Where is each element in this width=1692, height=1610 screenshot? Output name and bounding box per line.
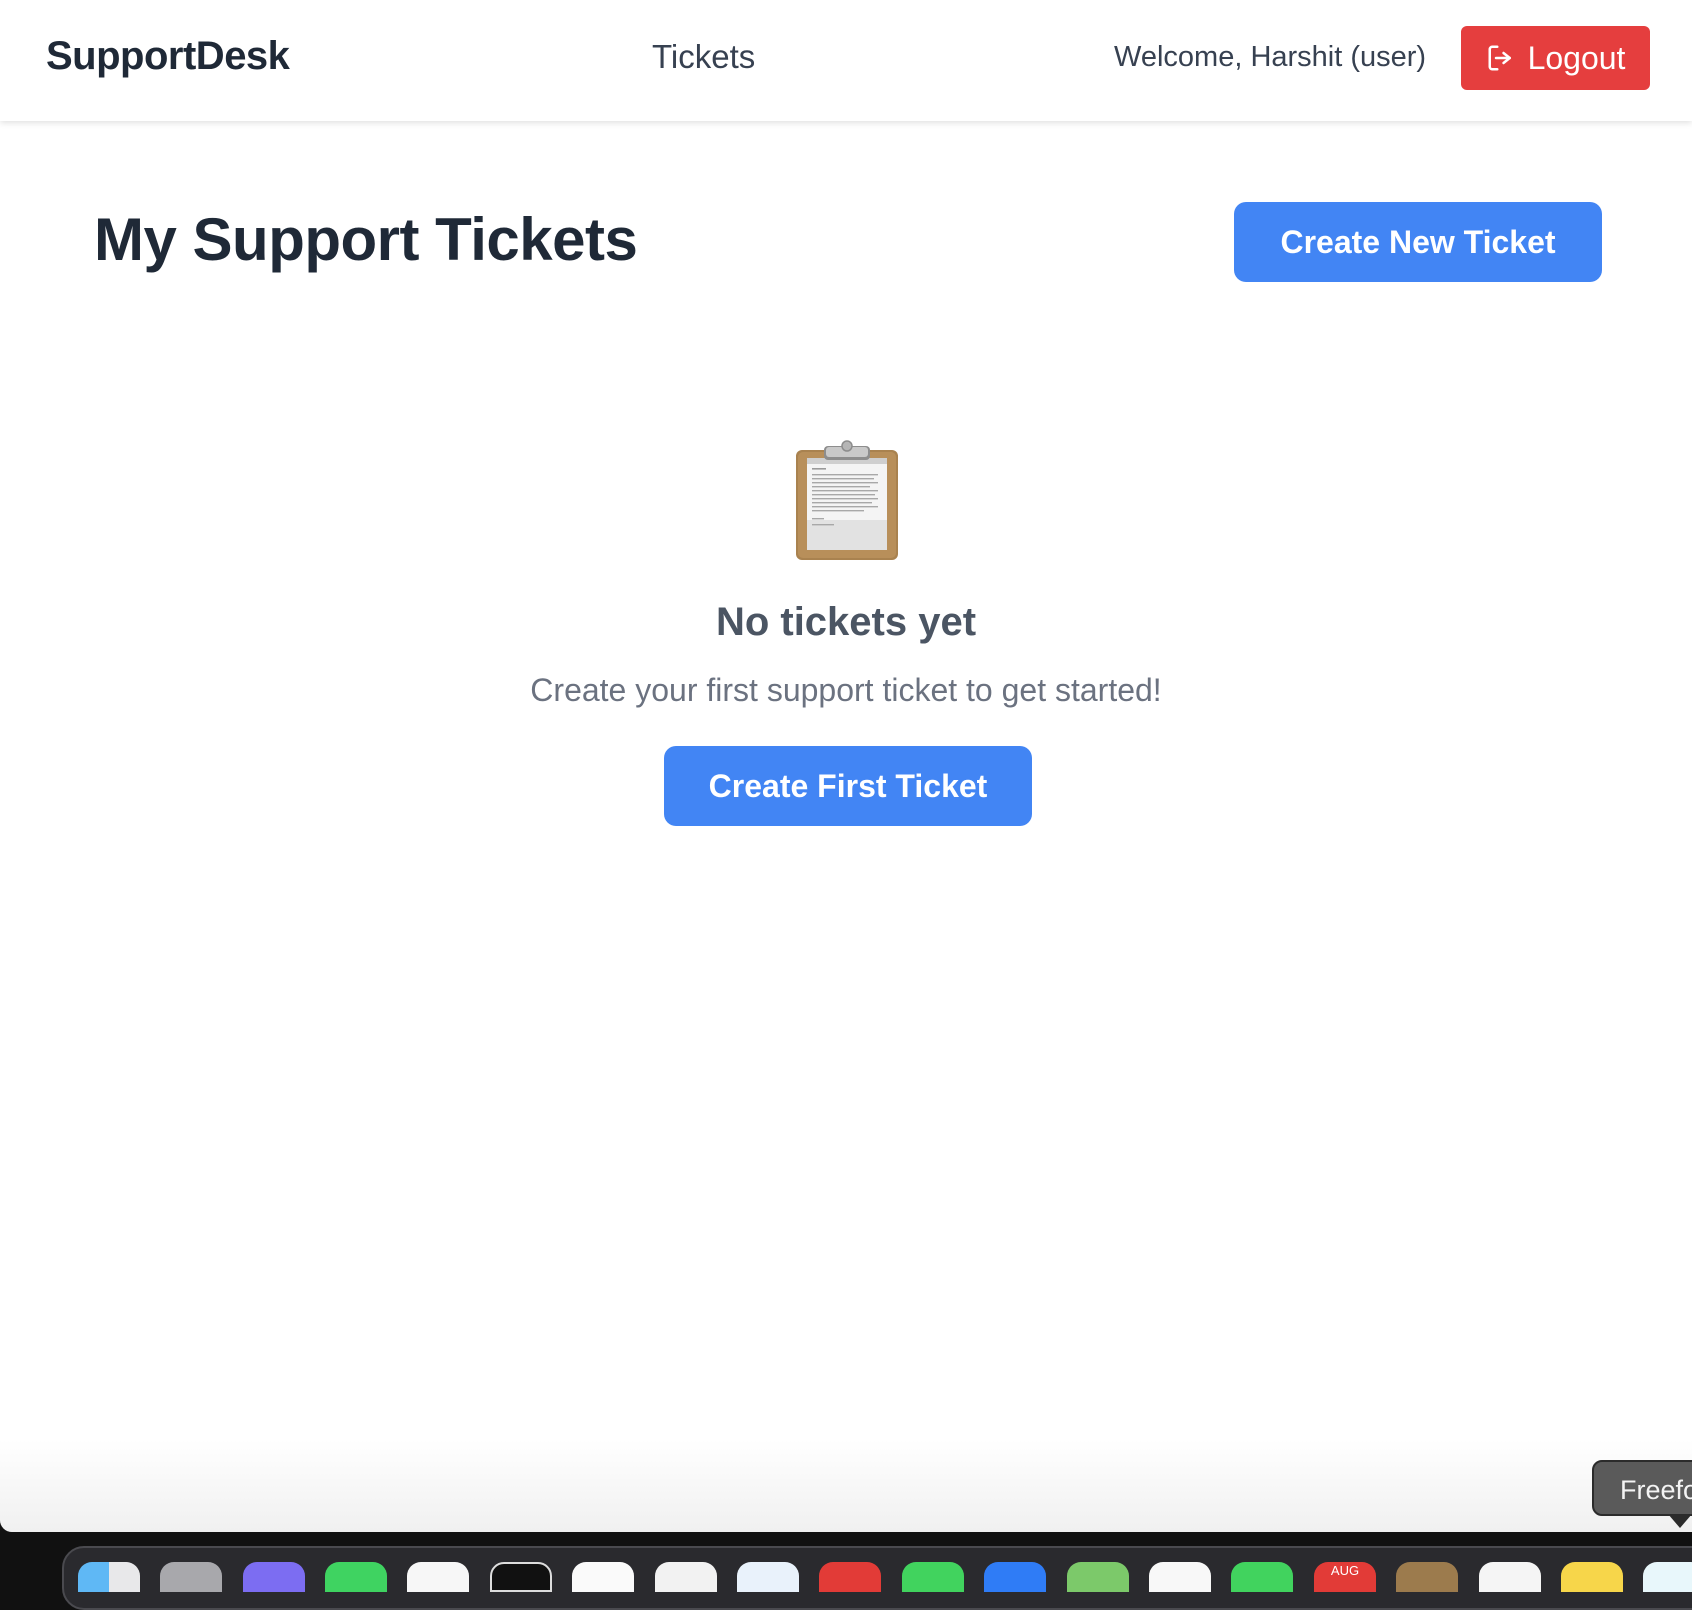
- messages-icon[interactable]: [902, 1562, 964, 1592]
- terminal-icon[interactable]: [490, 1562, 552, 1592]
- app-cyan-icon[interactable]: [1643, 1562, 1692, 1592]
- create-first-ticket-button[interactable]: Create First Ticket: [664, 746, 1032, 826]
- dock-tooltip: Freefo: [1592, 1460, 1692, 1516]
- clipboard-icon: [796, 440, 898, 560]
- empty-state-title: No tickets yet: [715, 600, 977, 644]
- calendar-icon[interactable]: AUG: [1314, 1562, 1376, 1592]
- brand-logo[interactable]: SupportDesk: [46, 34, 290, 79]
- facetime-icon[interactable]: [1231, 1562, 1293, 1592]
- app-red-icon[interactable]: [655, 1562, 717, 1592]
- create-new-ticket-button[interactable]: Create New Ticket: [1234, 202, 1602, 282]
- launchpad-icon[interactable]: [160, 1562, 222, 1592]
- browser-page: SupportDesk Tickets Welcome, Harshit (us…: [0, 0, 1692, 1532]
- logout-button[interactable]: Logout: [1461, 26, 1650, 90]
- calendar-month: AUG: [1330, 1563, 1360, 1578]
- logout-label: Logout: [1527, 39, 1626, 76]
- page-bottom-fade: [0, 1440, 1692, 1532]
- page-title: My Support Tickets: [94, 206, 638, 273]
- dock-tooltip-arrow: [1668, 1514, 1692, 1528]
- finder-icon[interactable]: [78, 1562, 140, 1592]
- notes-icon[interactable]: [1561, 1562, 1623, 1592]
- maps-icon[interactable]: [1067, 1562, 1129, 1592]
- mail-icon[interactable]: [984, 1562, 1046, 1592]
- safari-icon[interactable]: [737, 1562, 799, 1592]
- app-white-icon[interactable]: [407, 1562, 469, 1592]
- app-white-icon-2[interactable]: [572, 1562, 634, 1592]
- nav-link-tickets[interactable]: Tickets: [652, 38, 755, 76]
- app-purple-icon[interactable]: [243, 1562, 305, 1592]
- whatsapp-icon[interactable]: [325, 1562, 387, 1592]
- welcome-text: Welcome, Harshit (user): [1114, 41, 1427, 73]
- empty-state-subtitle: Create your first support ticket to get …: [530, 672, 1162, 708]
- navbar: SupportDesk Tickets Welcome, Harshit (us…: [0, 0, 1692, 121]
- app-red-icon-2[interactable]: [819, 1562, 881, 1592]
- app-white-icon-3[interactable]: [1479, 1562, 1541, 1592]
- photos-icon[interactable]: [1149, 1562, 1211, 1592]
- app-brown-icon[interactable]: [1396, 1562, 1458, 1592]
- logout-icon: [1488, 45, 1511, 71]
